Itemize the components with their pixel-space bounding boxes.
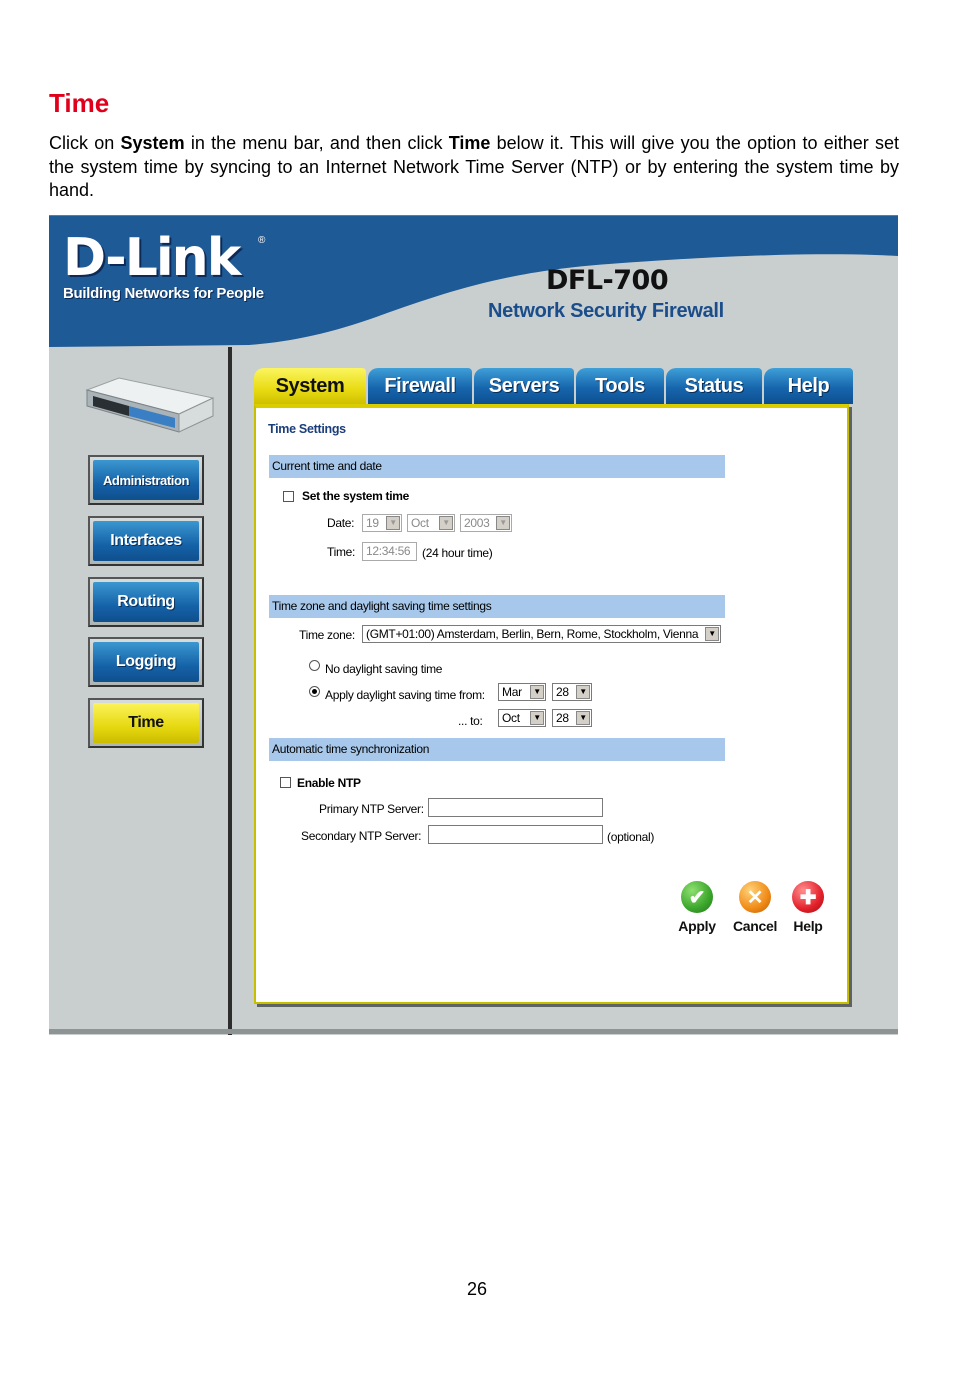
chevron-down-icon: ▼ (439, 516, 453, 530)
primary-ntp-label: Primary NTP Server: (319, 802, 424, 816)
date-day-select[interactable]: 19 ▼ (362, 514, 402, 532)
section-ntp: Automatic time synchronization (269, 738, 725, 761)
dlink-logo: D-Link (63, 228, 241, 288)
registered-mark: ® (258, 235, 266, 246)
secondary-ntp-input[interactable] (428, 825, 603, 844)
dst-to-month-value: Oct (502, 711, 520, 725)
help-label: Help (793, 918, 823, 934)
dst-to-month-select[interactable]: Oct ▼ (498, 709, 546, 727)
tab-servers[interactable]: Servers (474, 368, 574, 404)
dst-to-day-value: 28 (556, 711, 569, 725)
set-system-time-checkbox[interactable] (283, 491, 294, 502)
sidebar-divider (228, 347, 232, 1035)
intro-text-1: Click on (49, 133, 121, 153)
timezone-value: (GMT+01:00) Amsterdam, Berlin, Bern, Rom… (366, 627, 699, 641)
sidebar-item-time[interactable]: Time (88, 698, 204, 748)
time-format-hint: (24 hour time) (422, 546, 493, 560)
router-device-image (85, 377, 215, 433)
enable-ntp-label: Enable NTP (297, 776, 361, 790)
dst-from-day-select[interactable]: 28 ▼ (552, 683, 592, 701)
plus-icon: ✚ (792, 881, 824, 913)
tab-tools[interactable]: Tools (576, 368, 664, 404)
sidebar-label-time: Time (93, 703, 199, 743)
no-dst-label: No daylight saving time (325, 662, 443, 676)
page-heading: Time (49, 88, 110, 118)
section-timezone: Time zone and daylight saving time setti… (269, 595, 725, 618)
apply-dst-radio[interactable] (309, 686, 320, 697)
page-number: 26 (466, 1279, 488, 1299)
sidebar-label-logging: Logging (93, 642, 199, 682)
checkmark-icon: ✔ (681, 881, 713, 913)
sidebar-item-administration[interactable]: Administration (88, 455, 204, 505)
apply-label: Apply (678, 918, 716, 934)
tab-firewall[interactable]: Firewall (368, 368, 472, 404)
sidebar-label-interfaces: Interfaces (93, 521, 199, 561)
section-current-time: Current time and date (269, 455, 725, 478)
date-year-value: 2003 (464, 516, 490, 530)
intro-text-2: in the menu bar, and then click (184, 133, 449, 153)
chevron-down-icon: ▼ (576, 685, 590, 699)
logo-tagline: Building Networks for People (63, 285, 264, 302)
tab-system[interactable]: System (254, 368, 366, 404)
timezone-select[interactable]: (GMT+01:00) Amsterdam, Berlin, Bern, Rom… (362, 625, 721, 643)
optional-hint: (optional) (607, 830, 655, 844)
set-system-time-label: Set the system time (302, 489, 410, 503)
timezone-label: Time zone: (299, 628, 355, 642)
intro-bold-time: Time (448, 133, 491, 153)
date-month-select[interactable]: Oct ▼ (407, 514, 455, 532)
cancel-button[interactable]: ✕ Cancel (730, 881, 780, 934)
date-year-select[interactable]: 2003 ▼ (460, 514, 512, 532)
chevron-down-icon: ▼ (386, 516, 400, 530)
chevron-down-icon: ▼ (530, 711, 544, 725)
date-month-value: Oct (411, 516, 429, 530)
chevron-down-icon: ▼ (576, 711, 590, 725)
intro-paragraph: Click on System in the menu bar, and the… (49, 132, 899, 203)
help-button[interactable]: ✚ Help (783, 881, 833, 934)
cancel-label: Cancel (732, 918, 778, 934)
sidebar-item-routing[interactable]: Routing (88, 577, 204, 627)
chevron-down-icon: ▼ (705, 627, 719, 641)
sidebar-item-logging[interactable]: Logging (88, 637, 204, 687)
router-screenshot: D-Link ® Building Networks for People DF… (49, 215, 898, 1035)
enable-ntp-checkbox[interactable] (280, 777, 291, 788)
time-input[interactable]: 12:34:56 (362, 542, 417, 561)
dst-from-month-select[interactable]: Mar ▼ (498, 683, 546, 701)
dst-from-day-value: 28 (556, 685, 569, 699)
date-day-value: 19 (366, 516, 379, 530)
sidebar-item-interfaces[interactable]: Interfaces (88, 516, 204, 566)
primary-ntp-input[interactable] (428, 798, 603, 817)
no-dst-radio[interactable] (309, 660, 320, 671)
dst-to-label: ... to: (458, 714, 483, 728)
sidebar-label-administration: Administration (93, 460, 199, 500)
apply-button[interactable]: ✔ Apply (672, 881, 722, 934)
product-subtitle: Network Security Firewall (488, 300, 724, 322)
main-tab-bar: System Firewall Servers Tools Status Hel… (254, 368, 854, 404)
tab-status[interactable]: Status (666, 368, 762, 404)
tab-help[interactable]: Help (764, 368, 853, 404)
chevron-down-icon: ▼ (496, 516, 510, 530)
screenshot-bottom-edge (49, 1029, 898, 1034)
dst-to-day-select[interactable]: 28 ▼ (552, 709, 592, 727)
apply-dst-label: Apply daylight saving time from: (325, 688, 485, 702)
dst-from-month-value: Mar (502, 685, 522, 699)
sidebar-label-routing: Routing (93, 582, 199, 622)
intro-bold-system: System (120, 133, 185, 153)
date-label: Date: (327, 516, 355, 530)
close-icon: ✕ (739, 881, 771, 913)
product-name: DFL-700 (546, 265, 669, 296)
chevron-down-icon: ▼ (530, 685, 544, 699)
secondary-ntp-label: Secondary NTP Server: (301, 829, 422, 843)
time-settings-panel: Time Settings Current time and date Set … (254, 404, 849, 1004)
time-label: Time: (327, 545, 356, 559)
panel-title: Time Settings (268, 422, 346, 436)
